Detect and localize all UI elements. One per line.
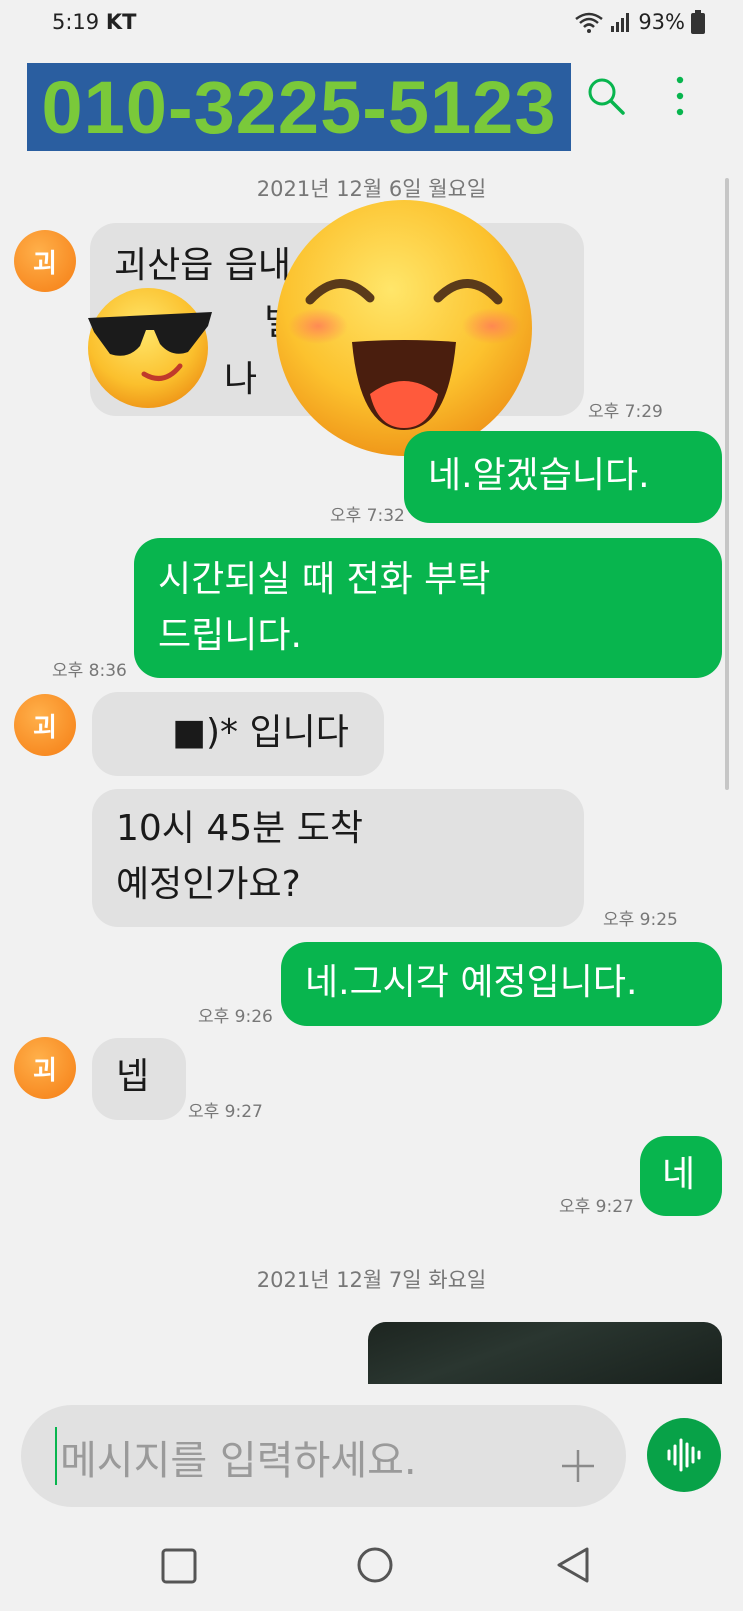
recent-apps-icon[interactable] <box>160 1547 198 1585</box>
image-message[interactable] <box>368 1322 722 1384</box>
battery-icon <box>691 10 705 34</box>
more-options-icon[interactable] <box>668 74 692 118</box>
clock-text: 5:19 <box>52 10 100 34</box>
sunglasses-emoji-icon <box>88 288 212 408</box>
avatar[interactable]: 괴 <box>14 230 76 292</box>
status-icons: 93% <box>574 10 705 34</box>
voice-record-button[interactable] <box>647 1418 721 1492</box>
wifi-icon <box>575 12 604 33</box>
search-icon[interactable] <box>586 76 626 116</box>
contact-phone-number: 010-3225-5123 <box>41 65 557 149</box>
contact-title-box[interactable]: 010-3225-5123 <box>27 63 571 151</box>
message-time: 오후 8:36 <box>52 661 127 681</box>
message-text: 네.알겠습니다. <box>428 455 650 496</box>
avatar[interactable]: 괴 <box>14 1037 76 1099</box>
sent-message-bubble[interactable]: 네.그시각 예정입니다. <box>281 942 722 1026</box>
back-icon[interactable] <box>555 1545 591 1585</box>
message-text: 넵 <box>116 1056 150 1097</box>
avatar-letter: 괴 <box>33 712 57 743</box>
message-time: 오후 7:32 <box>330 506 405 526</box>
sent-message-bubble[interactable]: 네 <box>640 1136 722 1216</box>
signal-icon <box>611 13 630 32</box>
message-text: 네.그시각 예정입니다. <box>305 962 638 1003</box>
sent-message-bubble[interactable]: 네.알겠습니다. <box>404 431 722 523</box>
received-message-bubble[interactable]: 10시 45분 도착 예정인가요? <box>92 789 584 927</box>
message-line: 시간되실 때 전화 부탁 <box>158 559 491 600</box>
battery-percent: 93% <box>638 10 685 34</box>
received-message-bubble[interactable]: ■)* 입니다 <box>92 692 384 776</box>
status-time: 5:19 KT <box>52 10 136 34</box>
avatar[interactable]: 괴 <box>14 694 76 756</box>
message-input-placeholder: 메시지를 입력하세요. <box>60 1438 417 1484</box>
navigation-bar <box>0 1525 743 1611</box>
soundwave-icon <box>667 1438 701 1472</box>
text-cursor <box>55 1427 57 1485</box>
plus-icon[interactable] <box>560 1448 596 1484</box>
message-time: 오후 9:27 <box>559 1197 634 1217</box>
message-time: 오후 9:27 <box>188 1102 263 1122</box>
message-line: 10시 45분 도착 <box>116 808 363 849</box>
message-line: 드립니다. <box>158 615 302 656</box>
sent-message-bubble[interactable]: 시간되실 때 전화 부탁 드립니다. <box>134 538 722 678</box>
date-separator: 2021년 12월 7일 화요일 <box>256 1268 487 1292</box>
message-line: 예정인가요? <box>116 864 301 905</box>
message-time: 오후 7:29 <box>588 402 663 422</box>
message-time: 오후 9:25 <box>603 910 678 930</box>
message-text: 네 <box>662 1154 696 1195</box>
avatar-letter: 괴 <box>33 248 57 279</box>
avatar-letter: 괴 <box>33 1055 57 1086</box>
home-icon[interactable] <box>355 1545 395 1585</box>
received-message-bubble[interactable]: 넵 <box>92 1038 186 1120</box>
laughing-emoji-icon <box>276 200 532 456</box>
carrier-text: KT <box>105 10 137 34</box>
scrollbar[interactable] <box>725 178 729 790</box>
status-bar: 5:19 KT 93% <box>0 0 743 50</box>
message-time: 오후 9:26 <box>198 1007 273 1027</box>
message-text: ■)* 입니다 <box>172 712 349 753</box>
